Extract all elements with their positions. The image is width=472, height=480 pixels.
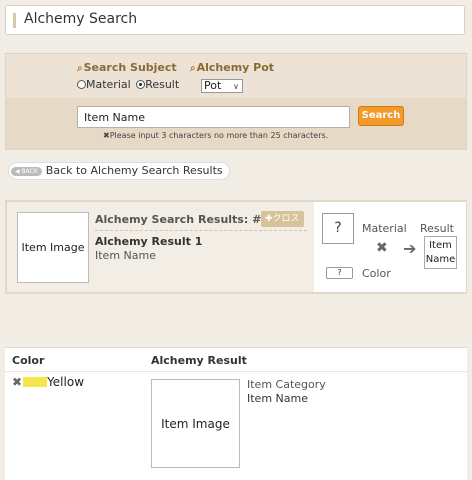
- subject-radio-group: Material Result: [77, 78, 179, 91]
- results-heading: Alchemy Search Results: #: [95, 213, 262, 226]
- result-column-header: Alchemy Result: [151, 354, 247, 367]
- search-icon: ⌕: [77, 63, 83, 74]
- radio-material-label[interactable]: Material: [86, 78, 131, 91]
- color-column-header: Color: [12, 354, 45, 367]
- item-name-input[interactable]: Item Name: [77, 106, 350, 128]
- search-panel: ⌕Search Subject ⌕Alchemy Pot Material Re…: [5, 53, 467, 150]
- result-slot[interactable]: Item Name: [424, 236, 457, 269]
- plus-icon: ✚: [265, 214, 273, 224]
- times-icon: ✖: [376, 240, 388, 256]
- arrow-right-icon: ➔: [403, 239, 417, 258]
- back-label: Back to Alchemy Search Results: [45, 164, 223, 177]
- result-card: Item Image Alchemy Search Results: # ✚クロ…: [5, 200, 467, 294]
- divider: [95, 230, 307, 231]
- page-title: Alchemy Search: [24, 11, 138, 27]
- title-accent: [13, 13, 16, 28]
- result-title[interactable]: Alchemy Result 1: [95, 235, 202, 248]
- header-divider: [5, 371, 467, 372]
- recipe-area: ? Material Result ✖ ➔ Item Name ? Color: [314, 202, 466, 292]
- title-bar: Alchemy Search: [5, 5, 465, 35]
- item-image[interactable]: Item Image: [151, 379, 240, 468]
- color-label: Color: [362, 267, 391, 280]
- result-item-name: Item Name: [95, 249, 156, 262]
- item-image[interactable]: Item Image: [17, 212, 89, 283]
- material-slot[interactable]: ?: [322, 213, 354, 244]
- alchemy-pot-heading: ⌕Alchemy Pot: [190, 61, 275, 74]
- result-label: Result: [420, 222, 454, 235]
- color-swatch: [23, 377, 48, 387]
- back-to-results-link[interactable]: ◀ BACK Back to Alchemy Search Results: [8, 162, 230, 180]
- material-label: Material: [362, 222, 407, 235]
- close-icon: ✖: [103, 131, 110, 140]
- back-badge: ◀ BACK: [11, 167, 42, 176]
- search-button[interactable]: Search: [358, 106, 404, 126]
- detail-table: Color Alchemy Result ✖ Yellow Item Image …: [5, 347, 467, 480]
- pot-select[interactable]: Pot ∨: [201, 79, 243, 93]
- color-name: Yellow: [47, 375, 85, 389]
- color-slot[interactable]: ?: [326, 267, 353, 279]
- times-icon: ✖: [12, 375, 23, 389]
- cross-tag[interactable]: ✚クロス: [261, 211, 304, 227]
- item-name[interactable]: Item Name: [247, 392, 308, 405]
- radio-result[interactable]: [136, 80, 146, 89]
- radio-material[interactable]: [77, 80, 86, 89]
- chevron-down-icon: ∨: [233, 82, 239, 91]
- item-category: Item Category: [247, 378, 326, 391]
- radio-result-label[interactable]: Result: [145, 78, 179, 91]
- search-icon: ⌕: [190, 63, 196, 74]
- search-subject-heading: ⌕Search Subject: [77, 61, 177, 74]
- search-hint: ✖Please input 3 characters no more than …: [103, 131, 329, 140]
- color-cell: ✖ Yellow: [12, 375, 84, 389]
